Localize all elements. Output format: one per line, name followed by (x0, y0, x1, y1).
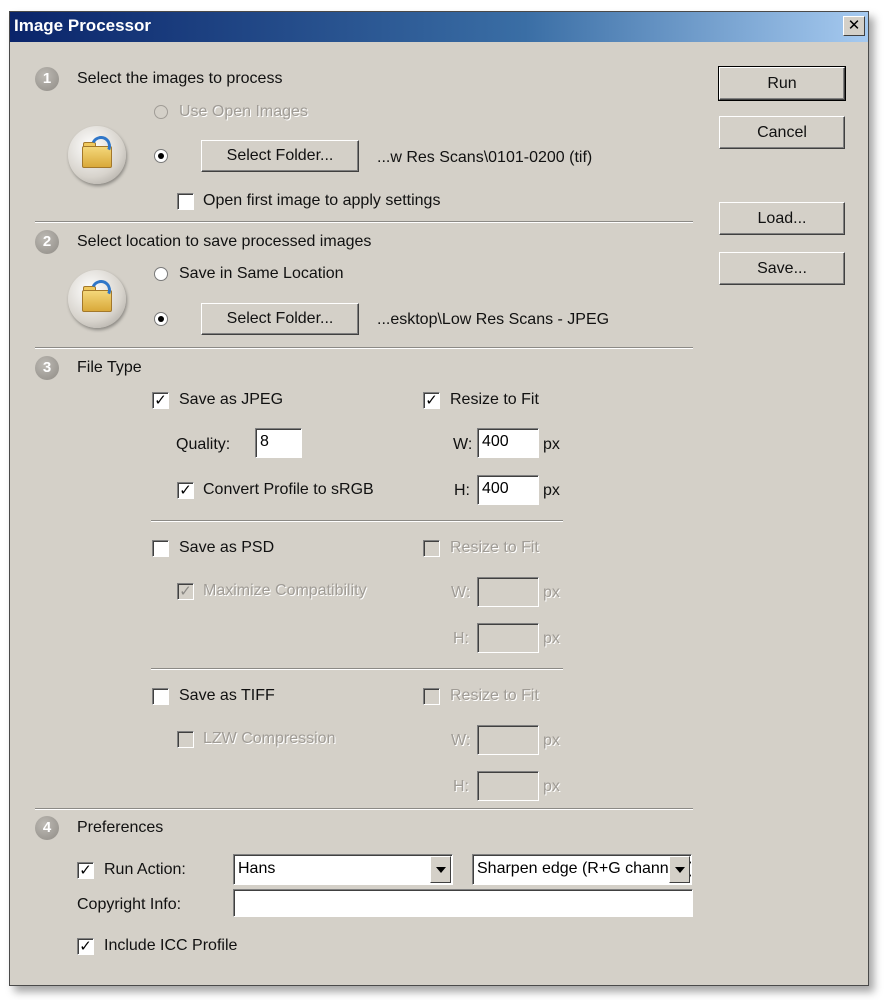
tiff-resize-label: Resize to Fit (450, 687, 539, 704)
maximize-compat-label: Maximize Compatibility (203, 582, 367, 599)
copyright-input[interactable] (233, 889, 693, 917)
run-button[interactable]: Run (718, 66, 846, 101)
save-as-tiff-checkbox[interactable] (152, 688, 169, 705)
save-as-jpeg-label: Save as JPEG (179, 391, 284, 408)
select-source-folder-button[interactable]: Select Folder... (201, 140, 359, 172)
convert-srgb-label: Convert Profile to sRGB (203, 481, 374, 498)
jpeg-width-unit: px (543, 436, 560, 453)
quality-input[interactable]: 8 (255, 428, 302, 458)
jpeg-height-unit: px (543, 482, 560, 499)
chevron-down-icon[interactable] (669, 856, 690, 883)
include-icc-label: Include ICC Profile (104, 937, 238, 954)
step-4-badge: 4 (35, 816, 59, 840)
save-as-jpeg-checkbox[interactable]: ✓ (152, 392, 169, 409)
action-set-value: Hans (238, 860, 276, 877)
save-same-location-label: Save in Same Location (179, 265, 344, 282)
save-settings-button[interactable]: Save... (719, 252, 845, 285)
tiff-resize-checkbox[interactable] (423, 688, 440, 705)
tiff-height-unit: px (543, 778, 560, 795)
run-action-label: Run Action: (104, 861, 186, 878)
tiff-height-label: H: (453, 778, 469, 795)
psd-height-input[interactable] (477, 623, 539, 653)
lzw-compression-label: LZW Compression (203, 730, 336, 747)
open-first-image-label: Open first image to apply settings (203, 192, 441, 209)
save-same-location-radio[interactable] (154, 267, 168, 281)
jpeg-width-input[interactable]: 400 (477, 428, 539, 458)
select-destination-folder-button[interactable]: Select Folder... (201, 303, 359, 335)
copyright-label: Copyright Info: (77, 896, 182, 913)
step-1-badge: 1 (35, 67, 59, 91)
psd-resize-checkbox[interactable] (423, 540, 440, 557)
quality-label: Quality: (176, 436, 231, 453)
save-as-psd-checkbox[interactable] (152, 540, 169, 557)
close-button[interactable]: ✕ (843, 16, 865, 36)
divider (35, 808, 693, 810)
folder-icon (68, 270, 126, 328)
chevron-down-icon[interactable] (430, 856, 451, 883)
jpeg-height-input[interactable]: 400 (477, 475, 539, 505)
tiff-width-input[interactable] (477, 725, 539, 755)
action-value: Sharpen edge (R+G channels) (477, 860, 692, 877)
psd-height-label: H: (453, 630, 469, 647)
divider (35, 221, 693, 223)
divider (151, 520, 563, 522)
section1-heading: Select the images to process (77, 70, 283, 87)
section3-heading: File Type (77, 359, 142, 376)
section2-heading: Select location to save processed images (77, 233, 372, 250)
save-as-tiff-label: Save as TIFF (179, 687, 275, 704)
select-folder-radio-2[interactable] (154, 312, 168, 326)
divider (35, 347, 693, 349)
psd-width-label: W: (451, 584, 471, 601)
select-folder-radio-1[interactable] (154, 149, 168, 163)
close-icon: ✕ (847, 17, 861, 34)
load-button[interactable]: Load... (719, 202, 845, 235)
run-action-checkbox[interactable]: ✓ (77, 862, 94, 879)
psd-height-unit: px (543, 630, 560, 647)
psd-width-unit: px (543, 584, 560, 601)
action-set-select[interactable]: Hans (233, 854, 453, 885)
folder-icon (68, 126, 126, 184)
title-bar[interactable]: Image Processor ✕ (10, 12, 868, 42)
step-3-badge: 3 (35, 356, 59, 380)
source-folder-path: ...w Res Scans\0101-0200 (tif) (377, 149, 593, 166)
lzw-compression-checkbox[interactable] (177, 731, 194, 748)
jpeg-resize-label: Resize to Fit (450, 391, 539, 408)
jpeg-width-label: W: (453, 436, 473, 453)
divider (151, 668, 563, 670)
use-open-images-label: Use Open Images (179, 103, 308, 120)
tiff-width-label: W: (451, 732, 471, 749)
maximize-compat-checkbox[interactable]: ✓ (177, 583, 194, 600)
cancel-button[interactable]: Cancel (719, 116, 845, 149)
destination-folder-path: ...esktop\Low Res Scans - JPEG (377, 311, 610, 328)
convert-srgb-checkbox[interactable]: ✓ (177, 482, 194, 499)
jpeg-height-label: H: (454, 482, 470, 499)
open-first-image-checkbox[interactable] (177, 193, 194, 210)
include-icc-checkbox[interactable]: ✓ (77, 938, 94, 955)
jpeg-resize-checkbox[interactable]: ✓ (423, 392, 440, 409)
step-2-badge: 2 (35, 230, 59, 254)
tiff-height-input[interactable] (477, 771, 539, 801)
use-open-images-radio[interactable] (154, 105, 168, 119)
save-as-psd-label: Save as PSD (179, 539, 275, 556)
psd-width-input[interactable] (477, 577, 539, 607)
dialog-title: Image Processor (14, 16, 152, 35)
image-processor-dialog: Image Processor ✕ Run Cancel Load... Sav… (9, 11, 869, 986)
psd-resize-label: Resize to Fit (450, 539, 539, 556)
tiff-width-unit: px (543, 732, 560, 749)
action-select[interactable]: Sharpen edge (R+G channels) (472, 854, 692, 885)
section4-heading: Preferences (77, 819, 164, 836)
